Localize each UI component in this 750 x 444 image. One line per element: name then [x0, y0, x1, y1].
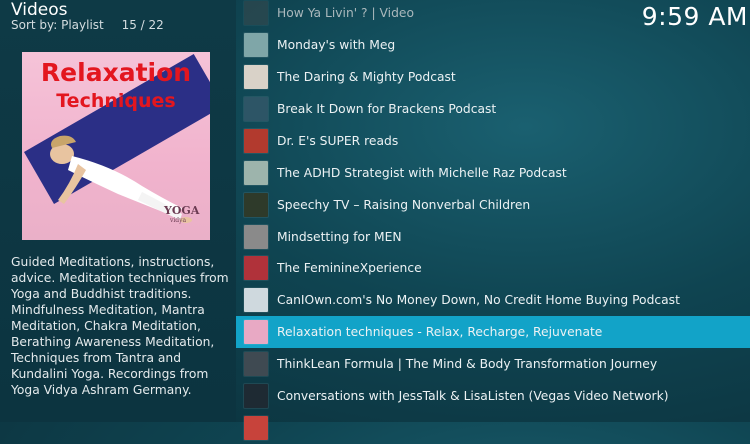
clock: 9:59 AM — [641, 2, 748, 31]
list-item[interactable]: The ADHD Strategist with Michelle Raz Po… — [236, 157, 750, 189]
podcast-cover-icon — [244, 416, 268, 440]
thumbnail-title-line1: Relaxation — [40, 58, 192, 87]
list-item[interactable]: Break It Down for Brackens Podcast — [236, 93, 750, 125]
list-item[interactable]: The FeminineXperience — [236, 252, 750, 284]
podcast-cover-icon — [244, 161, 268, 185]
list-item[interactable]: Relaxation techniques - Relax, Recharge,… — [236, 316, 750, 348]
podcast-cover-icon — [244, 288, 268, 312]
list-item-label: The FeminineXperience — [277, 261, 422, 275]
list-item[interactable] — [236, 412, 750, 444]
video-list[interactable]: How Ya Livin' ? | Video Monday's with Meg… — [236, 0, 750, 440]
podcast-cover-icon — [244, 256, 268, 280]
podcast-cover-icon — [244, 33, 268, 57]
list-item-label: Monday's with Meg — [277, 38, 396, 52]
list-item-label: Break It Down for Brackens Podcast — [277, 102, 497, 116]
list-item[interactable]: The Daring & Mighty Podcast — [236, 61, 750, 93]
list-item[interactable]: Speechy TV – Raising Nonverbal Children — [236, 189, 750, 221]
podcast-cover-icon — [244, 384, 268, 408]
podcast-cover-icon — [244, 320, 268, 344]
sort-status: Sort by: Playlist 15 / 22 — [11, 18, 164, 32]
list-item[interactable]: Monday's with Meg — [236, 29, 750, 61]
list-item-label: How Ya Livin' ? | Video — [277, 6, 414, 20]
list-item[interactable]: Conversations with JessTalk & LisaListen… — [236, 380, 750, 412]
list-item[interactable]: ThinkLean Formula | The Mind & Body Tran… — [236, 348, 750, 380]
list-item-label: ThinkLean Formula | The Mind & Body Tran… — [277, 357, 658, 371]
podcast-cover-icon — [244, 225, 268, 249]
list-item[interactable]: Mindsetting for MEN — [236, 221, 750, 253]
page-title: Videos — [11, 0, 68, 20]
podcast-cover-icon — [244, 65, 268, 89]
thumbnail-title-line2: Techniques — [56, 90, 176, 112]
podcast-cover-icon — [244, 193, 268, 217]
selected-item-thumbnail: Relaxation Techniques YOGA vidya — [22, 52, 210, 240]
podcast-cover-icon — [244, 352, 268, 376]
list-item-label: CanIOwn.com's No Money Down, No Credit H… — [277, 293, 680, 307]
item-position: 15 / 22 — [121, 18, 164, 32]
list-item-label: Dr. E's SUPER reads — [277, 134, 399, 148]
list-item-label: Speechy TV – Raising Nonverbal Children — [277, 198, 531, 212]
list-item-label: The ADHD Strategist with Michelle Raz Po… — [277, 166, 567, 180]
podcast-cover-icon — [244, 129, 268, 153]
list-item[interactable]: Dr. E's SUPER reads — [236, 125, 750, 157]
list-item-label: Relaxation techniques - Relax, Recharge,… — [277, 325, 603, 339]
list-item-label: Mindsetting for MEN — [277, 230, 402, 244]
info-panel: Videos Sort by: Playlist 15 / 22 Relaxat… — [0, 0, 236, 422]
list-item-label: Conversations with JessTalk & LisaListen… — [277, 389, 669, 403]
list-item[interactable]: CanIOwn.com's No Money Down, No Credit H… — [236, 284, 750, 316]
sort-label: Sort by: Playlist — [11, 18, 104, 32]
list-item-label: The Daring & Mighty Podcast — [277, 70, 456, 84]
item-description: Guided Meditations, instructions, advice… — [11, 255, 229, 397]
podcast-cover-icon — [244, 97, 268, 121]
yoga-vidya-logo: YOGA vidya — [164, 204, 200, 224]
podcast-cover-icon — [244, 1, 268, 25]
